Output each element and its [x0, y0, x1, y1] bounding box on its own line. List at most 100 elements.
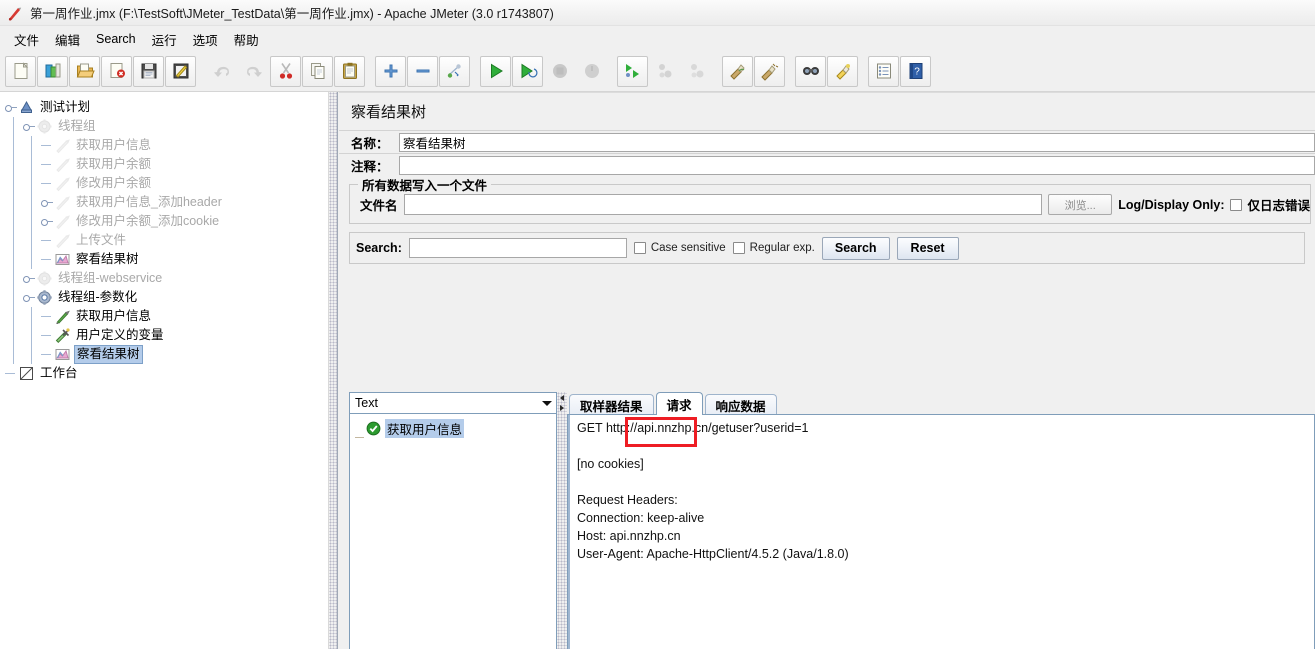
tree-node-get-user-info-2[interactable]: 获取用户信息: [4, 307, 327, 326]
search-input[interactable]: [408, 238, 627, 258]
comment-input[interactable]: [399, 155, 1315, 175]
request-text[interactable]: GET http://api.nnzhp.cn/getuser?userid=1…: [568, 415, 1314, 649]
http-sampler-icon: [54, 232, 71, 249]
tab-response-data[interactable]: 响应数据: [704, 394, 777, 415]
browse-button[interactable]: 浏览...: [1048, 194, 1113, 215]
tree-node-get-user-info[interactable]: 获取用户信息: [4, 136, 327, 155]
tab-sampler-result[interactable]: 取样器结果: [569, 394, 654, 415]
jmeter-feather-icon: [6, 4, 24, 22]
tree-connector: [40, 250, 54, 269]
tree-expand-toggle[interactable]: [22, 288, 36, 307]
results-split-divider[interactable]: [557, 392, 567, 649]
tree-collapse-toggle[interactable]: [22, 269, 36, 288]
tree-expand-toggle[interactable]: [4, 98, 18, 117]
shutdown-icon: [576, 56, 607, 87]
templates-icon[interactable]: [37, 55, 68, 87]
tree-node-label: 线程组-参数化: [58, 290, 138, 304]
save-icon[interactable]: [133, 55, 164, 87]
menu-help[interactable]: 帮助: [226, 28, 267, 51]
results-tree[interactable]: 获取用户信息: [349, 414, 557, 649]
errors-only-label: 仅日志错误: [1247, 199, 1310, 213]
tree-node-label: 获取用户信息: [76, 138, 152, 152]
case-sensitive-wrap[interactable]: Case sensitive: [633, 242, 726, 254]
reset-button[interactable]: Reset: [896, 236, 959, 260]
close-icon[interactable]: [101, 55, 132, 87]
errors-only-checkbox-wrap[interactable]: 仅日志错误: [1230, 195, 1310, 214]
filename-input[interactable]: [403, 194, 1043, 215]
log-display-only-label: Log/Display Only:: [1118, 197, 1225, 212]
open-icon[interactable]: [69, 55, 100, 87]
tree-collapse-toggle[interactable]: [40, 212, 54, 231]
clear-icon[interactable]: [722, 55, 753, 87]
renderer-combo[interactable]: Text: [349, 392, 557, 414]
tree-connector: [40, 326, 54, 345]
write-all-data-group: 所有数据写入一个文件 文件名 浏览... Log/Display Only: 仅…: [349, 175, 1311, 224]
help-icon[interactable]: ?: [900, 55, 931, 87]
errors-only-checkbox[interactable]: [1230, 198, 1243, 211]
start-icon[interactable]: [480, 55, 511, 87]
tree-node-upload-file[interactable]: 上传文件: [4, 231, 327, 250]
name-input[interactable]: [399, 132, 1315, 152]
toggle-icon[interactable]: [439, 55, 470, 87]
tree-indent: [4, 155, 40, 174]
tree-node-thread-group[interactable]: 线程组: [4, 117, 327, 136]
request-content-area[interactable]: GET http://api.nnzhp.cn/getuser?userid=1…: [567, 414, 1315, 649]
filename-row: 文件名 浏览... Log/Display Only: 仅日志错误: [350, 184, 1310, 217]
search-button[interactable]: Search: [821, 236, 890, 260]
tree-connector: [40, 345, 54, 364]
menu-search[interactable]: Search: [88, 30, 144, 48]
tree-connector: [40, 136, 54, 155]
expand-all-icon[interactable]: [375, 55, 406, 87]
function-helper-icon[interactable]: [868, 55, 899, 87]
tree-node-modify-user-balance[interactable]: 修改用户余额: [4, 174, 327, 193]
menu-options[interactable]: 选项: [185, 28, 226, 51]
tab-request[interactable]: 请求: [655, 392, 703, 415]
tree-node-get-user-balance[interactable]: 获取用户余额: [4, 155, 327, 174]
test-plan-tree-pane[interactable]: 测试计划 线程组 获取用户信息 获取用户余额 修改用户余额 获取用户信息_添加header…: [0, 92, 328, 649]
test-plan-tree: 测试计划 线程组 获取用户信息 获取用户余额 修改用户余额 获取用户信息_添加header…: [0, 92, 327, 383]
save-as-icon[interactable]: [165, 55, 196, 87]
tree-node-label: 上传文件: [76, 233, 127, 247]
menu-file[interactable]: 文件: [6, 28, 47, 51]
paste-icon[interactable]: [334, 55, 365, 87]
remote-start-all-icon[interactable]: [617, 55, 648, 87]
test-plan-icon: [18, 99, 35, 116]
collapse-all-icon[interactable]: [407, 55, 438, 87]
tree-indent: [4, 174, 40, 193]
tree-node-test-plan[interactable]: 测试计划: [4, 98, 327, 117]
new-icon[interactable]: [5, 55, 36, 87]
copy-icon[interactable]: [302, 55, 333, 87]
tree-node-view-results-tree-2[interactable]: 察看结果树: [4, 345, 327, 364]
clear-all-icon[interactable]: [754, 55, 785, 87]
regular-exp-checkbox[interactable]: [732, 242, 745, 254]
search-reset-icon[interactable]: [827, 55, 858, 87]
result-item-label: 获取用户信息: [385, 418, 465, 438]
tree-collapse-toggle[interactable]: [40, 193, 54, 212]
cut-icon[interactable]: [270, 55, 301, 87]
http-sampler-icon: [54, 156, 71, 173]
tree-node-modify-balance-cookie[interactable]: 修改用户余额_添加cookie: [4, 212, 327, 231]
tree-node-thread-group-param[interactable]: 线程组-参数化: [4, 288, 327, 307]
chevron-down-icon[interactable]: [538, 393, 556, 413]
tree-expand-toggle[interactable]: [22, 117, 36, 136]
collapse-right-icon: [560, 405, 564, 411]
menu-edit[interactable]: 编辑: [47, 28, 88, 51]
tree-indent: [4, 117, 22, 136]
split-arrows[interactable]: [558, 394, 566, 416]
start-no-pauses-icon[interactable]: [512, 55, 543, 87]
result-item[interactable]: 获取用户信息: [354, 418, 556, 438]
regular-exp-wrap[interactable]: Regular exp.: [732, 242, 815, 254]
main-split-divider[interactable]: [328, 92, 338, 649]
tree-node-view-results-tree-1[interactable]: 察看结果树: [4, 250, 327, 269]
tree-node-workbench[interactable]: 工作台: [4, 364, 327, 383]
tree-node-thread-group-webservice[interactable]: 线程组-webservice: [4, 269, 327, 288]
remote-stop-all-icon: [649, 56, 680, 87]
tree-node-user-defined-variables[interactable]: 用户定义的变量: [4, 326, 327, 345]
search-icon[interactable]: [795, 55, 826, 87]
menu-run[interactable]: 运行: [144, 28, 185, 51]
tree-indent: [4, 307, 40, 326]
request-line: Connection: keep-alive: [577, 511, 705, 525]
case-sensitive-checkbox[interactable]: [633, 242, 646, 254]
page-title: 察看结果树: [339, 93, 1315, 130]
tree-node-get-user-info-header[interactable]: 获取用户信息_添加header: [4, 193, 327, 212]
